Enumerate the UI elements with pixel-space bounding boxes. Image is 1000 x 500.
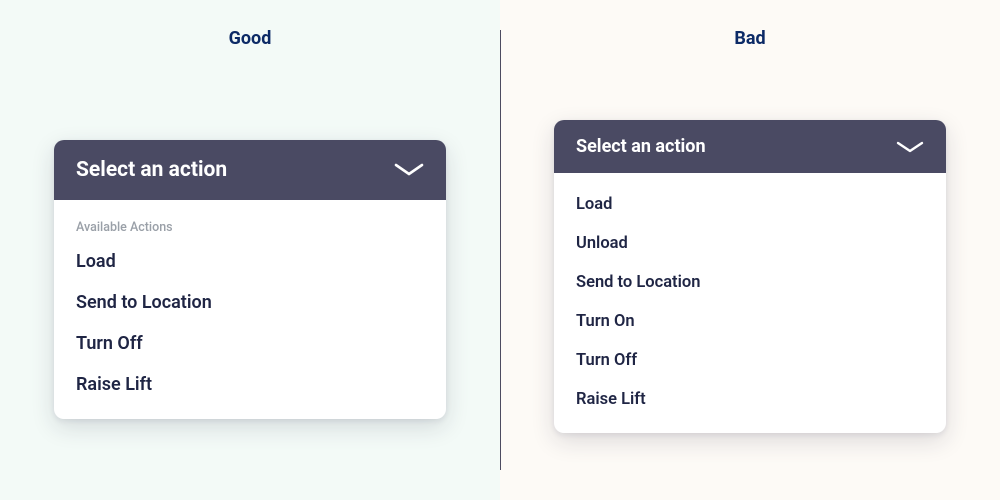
good-item-load[interactable]: Load (54, 241, 446, 282)
good-dropdown-placeholder: Select an action (76, 158, 227, 182)
menu-item-label: Load (576, 195, 612, 214)
bad-item-raise-lift[interactable]: Raise Lift (554, 380, 946, 419)
menu-item-label: Raise Lift (76, 374, 152, 395)
comparison-canvas: Good Select an action Available Actions … (0, 0, 1000, 500)
bad-item-load[interactable]: Load (554, 185, 946, 224)
bad-dropdown: Select an action Load Unload Send to Loc… (554, 120, 946, 433)
bad-dropdown-trigger[interactable]: Select an action (554, 120, 946, 173)
chevron-down-icon (896, 140, 924, 154)
menu-item-label: Send to Location (76, 292, 212, 313)
good-section-label: Available Actions (54, 212, 446, 241)
menu-item-label: Send to Location (576, 273, 700, 292)
bad-item-unload[interactable]: Unload (554, 224, 946, 263)
bad-item-turn-off[interactable]: Turn Off (554, 341, 946, 380)
good-dropdown-trigger[interactable]: Select an action (54, 140, 446, 200)
good-item-raise-lift[interactable]: Raise Lift (54, 364, 446, 405)
good-title: Good (0, 28, 500, 49)
bad-title: Bad (500, 28, 1000, 49)
chevron-down-icon (394, 162, 424, 178)
good-item-send-to-location[interactable]: Send to Location (54, 282, 446, 323)
menu-item-label: Turn On (576, 312, 635, 331)
bad-item-turn-on[interactable]: Turn On (554, 302, 946, 341)
bad-dropdown-placeholder: Select an action (576, 136, 706, 157)
good-dropdown: Select an action Available Actions Load … (54, 140, 446, 419)
bad-item-send-to-location[interactable]: Send to Location (554, 263, 946, 302)
good-dropdown-menu: Available Actions Load Send to Location … (54, 200, 446, 419)
menu-item-label: Turn Off (76, 333, 143, 354)
menu-item-label: Turn Off (576, 351, 637, 370)
good-item-turn-off[interactable]: Turn Off (54, 323, 446, 364)
menu-item-label: Load (76, 251, 116, 272)
bad-dropdown-menu: Load Unload Send to Location Turn On Tur… (554, 173, 946, 433)
menu-item-label: Unload (576, 234, 628, 253)
vertical-divider (500, 30, 501, 470)
bad-panel: Bad Select an action Load Unload Send to… (500, 0, 1000, 500)
menu-item-label: Raise Lift (576, 390, 646, 409)
good-panel: Good Select an action Available Actions … (0, 0, 500, 500)
